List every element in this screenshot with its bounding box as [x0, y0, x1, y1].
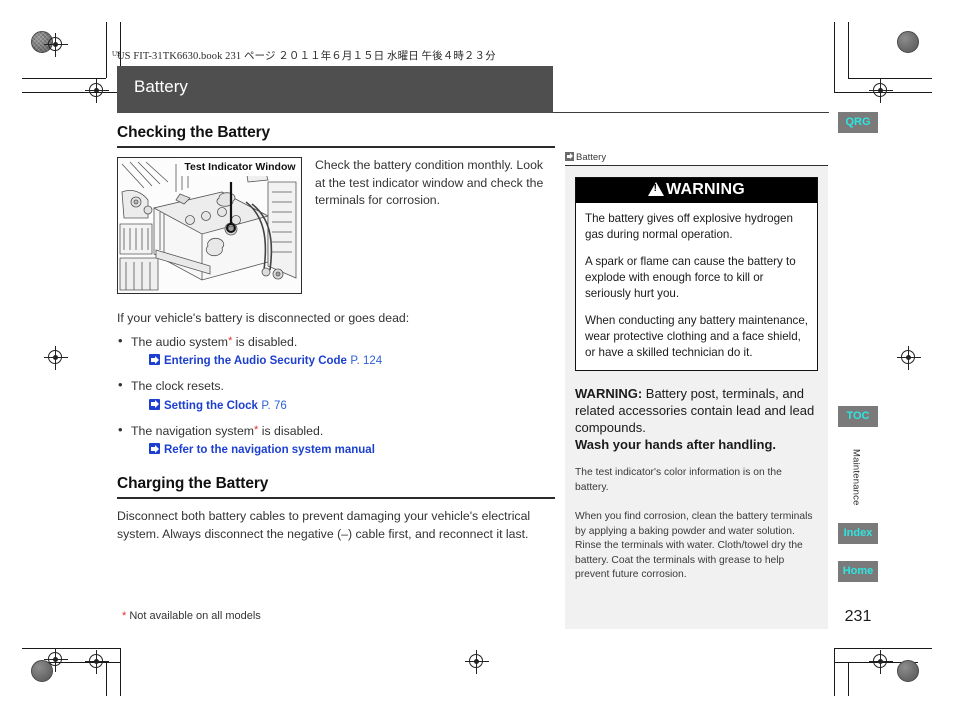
- running-header: US FIT-31TK6630.book 231 ページ ２０１１年６月１５日 …: [117, 51, 496, 62]
- right-column: Battery WARNING The battery gives off ex…: [565, 152, 828, 629]
- disconnect-effects-list: The audio system* is disabled. Entering …: [117, 332, 555, 460]
- bullet-text-after: is disabled.: [232, 334, 298, 349]
- registration-target: [44, 346, 68, 370]
- registration-target: [869, 650, 893, 674]
- battery-illustration: Test Indicator Window: [117, 157, 302, 294]
- section-heading-checking: Checking the Battery: [117, 124, 271, 141]
- sidebar-topic-text: Battery: [576, 152, 607, 163]
- jump-arrow-icon: [149, 398, 160, 410]
- chapter-title-bar: Battery: [117, 66, 553, 113]
- footnote-text: Not available on all models: [126, 610, 261, 622]
- registration-target: [85, 79, 109, 103]
- warning-title: WARNING: [666, 181, 745, 198]
- tab-toc[interactable]: TOC: [838, 406, 878, 427]
- registration-dot: [897, 31, 919, 53]
- disconnect-lead-in: If your vehicle's battery is disconnecte…: [117, 311, 410, 325]
- xref-page: P. 124: [350, 355, 383, 367]
- warning-paragraph: The battery gives off explosive hydrogen…: [585, 212, 793, 241]
- lead-warning-notice: WARNING: Battery post, terminals, and re…: [575, 385, 818, 453]
- page-title: Battery: [134, 77, 188, 96]
- section-tab-maintenance[interactable]: Maintenance: [845, 432, 867, 522]
- warning-paragraph: A spark or flame can cause the battery t…: [585, 255, 796, 300]
- sidebar-topic-label: Battery: [565, 152, 828, 165]
- xref-label: Entering the Audio Security Code: [164, 355, 347, 367]
- warning-box: WARNING The battery gives off explosive …: [575, 177, 818, 371]
- left-column: Checking the Battery Test Indicator Wind…: [117, 124, 555, 543]
- sidebar-panel: WARNING The battery gives off explosive …: [565, 166, 828, 629]
- xref-page: P. 76: [261, 399, 287, 412]
- cross-reference-link[interactable]: Entering the Audio Security Code P. 124: [149, 351, 555, 370]
- footnote: * Not available on all models: [122, 610, 261, 622]
- section-heading-charging: Charging the Battery: [117, 475, 269, 492]
- warning-triangle-icon: [648, 182, 665, 196]
- battery-engine-bay-svg: [118, 158, 300, 292]
- charging-battery-text: Disconnect both battery cables to preven…: [117, 509, 531, 541]
- manual-page: US US FIT-31TK6630.book 231 ページ ２０１１年６月１…: [0, 0, 954, 718]
- bullet-text: The navigation system: [131, 423, 255, 438]
- checking-battery-text: Check the battery condition monthly. Loo…: [315, 158, 544, 207]
- jump-arrow-icon: [149, 354, 160, 365]
- bullet-text: The audio system: [131, 334, 229, 349]
- warning-body: The battery gives off explosive hydrogen…: [576, 203, 817, 370]
- jump-arrow-icon: [565, 152, 574, 161]
- cross-reference-link[interactable]: Setting the Clock P. 76: [149, 396, 555, 415]
- registration-target: [465, 650, 489, 674]
- bullet-text-after: is disabled.: [258, 423, 324, 438]
- xref-label: Refer to the navigation system manual: [164, 444, 375, 456]
- corrosion-cleaning-note: When you find corrosion, clean the batte…: [575, 511, 813, 580]
- registration-target: [869, 79, 893, 103]
- section-rule: [117, 497, 555, 499]
- figure-row: Test Indicator Window Check the battery …: [117, 157, 555, 294]
- lead-warning-label: WARNING:: [575, 386, 643, 401]
- lead-warning-emphasis: Wash your hands after handling.: [575, 437, 777, 452]
- registration-target: [44, 648, 68, 672]
- bullet-text: The clock resets.: [131, 379, 224, 393]
- tab-home[interactable]: Home: [838, 561, 878, 582]
- title-rule: [553, 112, 829, 113]
- page-number: 231: [844, 608, 872, 625]
- tab-index[interactable]: Index: [838, 523, 878, 544]
- xref-label: Setting the Clock: [164, 399, 258, 412]
- tab-qrg[interactable]: QRG: [838, 112, 878, 133]
- list-item: The navigation system* is disabled. Refe…: [117, 421, 555, 460]
- test-indicator-note: The test indicator's color information i…: [575, 467, 782, 493]
- cross-reference-link[interactable]: Refer to the navigation system manual: [149, 440, 555, 459]
- registration-target: [85, 650, 109, 674]
- registration-target: [897, 346, 921, 370]
- figure-caption: Test Indicator Window: [184, 161, 296, 173]
- warning-paragraph: When conducting any battery maintenance,…: [585, 314, 808, 359]
- list-item: The clock resets. Setting the Clock P. 7…: [117, 376, 555, 415]
- section-rule: [117, 146, 555, 148]
- registration-target: [44, 33, 68, 57]
- warning-header: WARNING: [576, 178, 817, 203]
- jump-arrow-icon: [149, 443, 160, 454]
- list-item: The audio system* is disabled. Entering …: [117, 332, 555, 371]
- registration-dot: [897, 660, 919, 682]
